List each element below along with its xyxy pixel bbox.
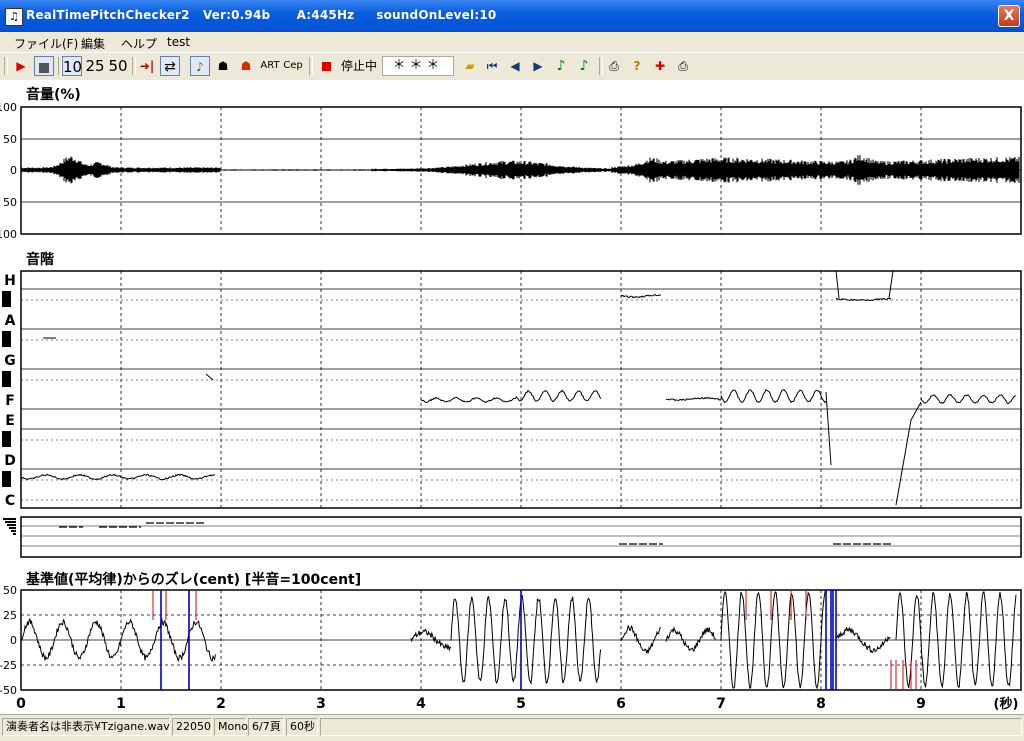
- window-title: RealTimePitchChecker2 Ver:0.94b A:445Hz …: [26, 8, 497, 22]
- note-alt-icon[interactable]: ♪: [574, 56, 594, 76]
- state-label: 停止中: [340, 59, 377, 73]
- staff-marker: [5, 521, 16, 523]
- time-tick-label: 6: [616, 696, 626, 712]
- note-label-H: H: [4, 273, 16, 289]
- toolbar-grip: [4, 57, 8, 75]
- menu-help[interactable]: ヘルプ: [121, 35, 157, 52]
- note-label-C: C: [5, 493, 15, 509]
- time-tick-label: 2: [216, 696, 226, 712]
- note-label-E: E: [5, 413, 15, 429]
- volume-tick-label: 0: [10, 164, 17, 177]
- status-page: 6/7頁: [248, 718, 284, 736]
- volume-tick-label: 100: [0, 228, 17, 241]
- status-file: 演奏者名は非表示¥Tzigane.wav: [2, 718, 170, 736]
- app-icon: ♫: [5, 8, 23, 26]
- speed-25-button[interactable]: 25: [85, 56, 105, 76]
- time-tick-label: 3: [316, 696, 326, 712]
- volume-tick-label: 50: [3, 133, 17, 146]
- jump-end-icon[interactable]: ➜|: [137, 56, 157, 76]
- record-stop-icon[interactable]: [316, 56, 336, 76]
- status-empty: [320, 718, 1022, 736]
- staff-marker: [3, 518, 16, 520]
- stop-icon: [39, 62, 49, 73]
- staff-marker: [9, 527, 16, 529]
- speed-10-button[interactable]: 10: [62, 56, 82, 76]
- black-key: [2, 371, 11, 387]
- time-unit-label: (秒): [994, 696, 1019, 712]
- cent-tick-label: 0: [10, 634, 17, 647]
- menu-test[interactable]: test: [167, 35, 190, 49]
- volume-tick-label: 50: [3, 196, 17, 209]
- time-tick-label: 0: [16, 696, 26, 712]
- staff-marker: [11, 530, 16, 532]
- title-bar: ♫ RealTimePitchChecker2 Ver:0.94b A:445H…: [0, 0, 1024, 32]
- black-key: [2, 431, 11, 447]
- toolbar: ▶ 10 25 50 ➜| ⇄ ♪ ☗ ☗ ART Cep 停止中 ＊＊＊ ▰ …: [0, 52, 1024, 81]
- close-button[interactable]: X: [998, 5, 1020, 27]
- staff-marker: [13, 533, 16, 535]
- next-icon[interactable]: ▶: [528, 56, 548, 76]
- staff-marker: [7, 524, 16, 526]
- chart-svg[interactable]: 10050050100HAGFEDC50250-25-500123456789(…: [0, 80, 1024, 714]
- help-icon[interactable]: ?: [627, 56, 647, 76]
- menu-bar: ファイル(F) 編集 ヘルプ test: [0, 32, 1024, 52]
- skip-start-icon[interactable]: ⏮: [482, 56, 502, 76]
- note-icon[interactable]: ♪: [551, 56, 571, 76]
- speed-50-button[interactable]: 50: [108, 56, 128, 76]
- open-folder-icon[interactable]: ▰: [460, 56, 480, 76]
- status-duration: 60秒: [286, 718, 318, 736]
- status-bar: 演奏者名は非表示¥Tzigane.wav 22050 Mono 6/7頁 60秒: [0, 714, 1024, 741]
- black-key: [2, 471, 11, 487]
- cent-tick-label: 25: [3, 609, 17, 622]
- art-button[interactable]: ART: [260, 56, 280, 76]
- note-label-A: A: [5, 313, 16, 329]
- status-rate: 22050: [172, 718, 212, 736]
- prev-icon[interactable]: ◀: [505, 56, 525, 76]
- note-label-F: F: [5, 393, 15, 409]
- print-icon[interactable]: ⎙: [604, 56, 624, 76]
- black-key: [2, 291, 11, 307]
- person-red-icon[interactable]: ☗: [236, 56, 256, 76]
- violin-icon[interactable]: ♪: [190, 56, 210, 76]
- black-key: [2, 331, 11, 347]
- toolbar-separator: [132, 57, 136, 75]
- toolbar-separator: [309, 57, 313, 75]
- play-icon[interactable]: ▶: [11, 56, 31, 76]
- cep-button[interactable]: Cep: [283, 56, 303, 76]
- status-channels: Mono: [214, 718, 248, 736]
- time-tick-label: 5: [516, 696, 526, 712]
- print-alt-icon[interactable]: ⎙: [673, 56, 693, 76]
- time-tick-label: 1: [116, 696, 126, 712]
- analysis-canvas: 音量(%) 音階 基準値(平均律)からのズレ(cent) [半音=100cent…: [0, 80, 1024, 714]
- person-icon[interactable]: ☗: [213, 56, 233, 76]
- stop-button[interactable]: [34, 56, 54, 76]
- time-tick-label: 7: [716, 696, 726, 712]
- time-tick-label: 9: [916, 696, 926, 712]
- note-label-G: G: [4, 353, 16, 369]
- menu-file[interactable]: ファイル(F): [14, 35, 78, 52]
- cent-tick-label: 50: [3, 584, 17, 597]
- menu-edit[interactable]: 編集: [81, 35, 105, 52]
- cent-tick-label: -25: [0, 659, 17, 672]
- loop-icon[interactable]: ⇄: [160, 56, 180, 76]
- toolbar-separator: [599, 57, 603, 75]
- time-tick-label: 8: [816, 696, 826, 712]
- crosshair-icon[interactable]: ✚: [650, 56, 670, 76]
- pitch-display: ＊＊＊: [382, 56, 454, 76]
- volume-tick-label: 100: [0, 101, 17, 114]
- time-tick-label: 4: [416, 696, 426, 712]
- scale-panel: [20, 270, 1022, 509]
- cent-tick-label: -50: [0, 684, 17, 697]
- note-label-D: D: [4, 453, 16, 469]
